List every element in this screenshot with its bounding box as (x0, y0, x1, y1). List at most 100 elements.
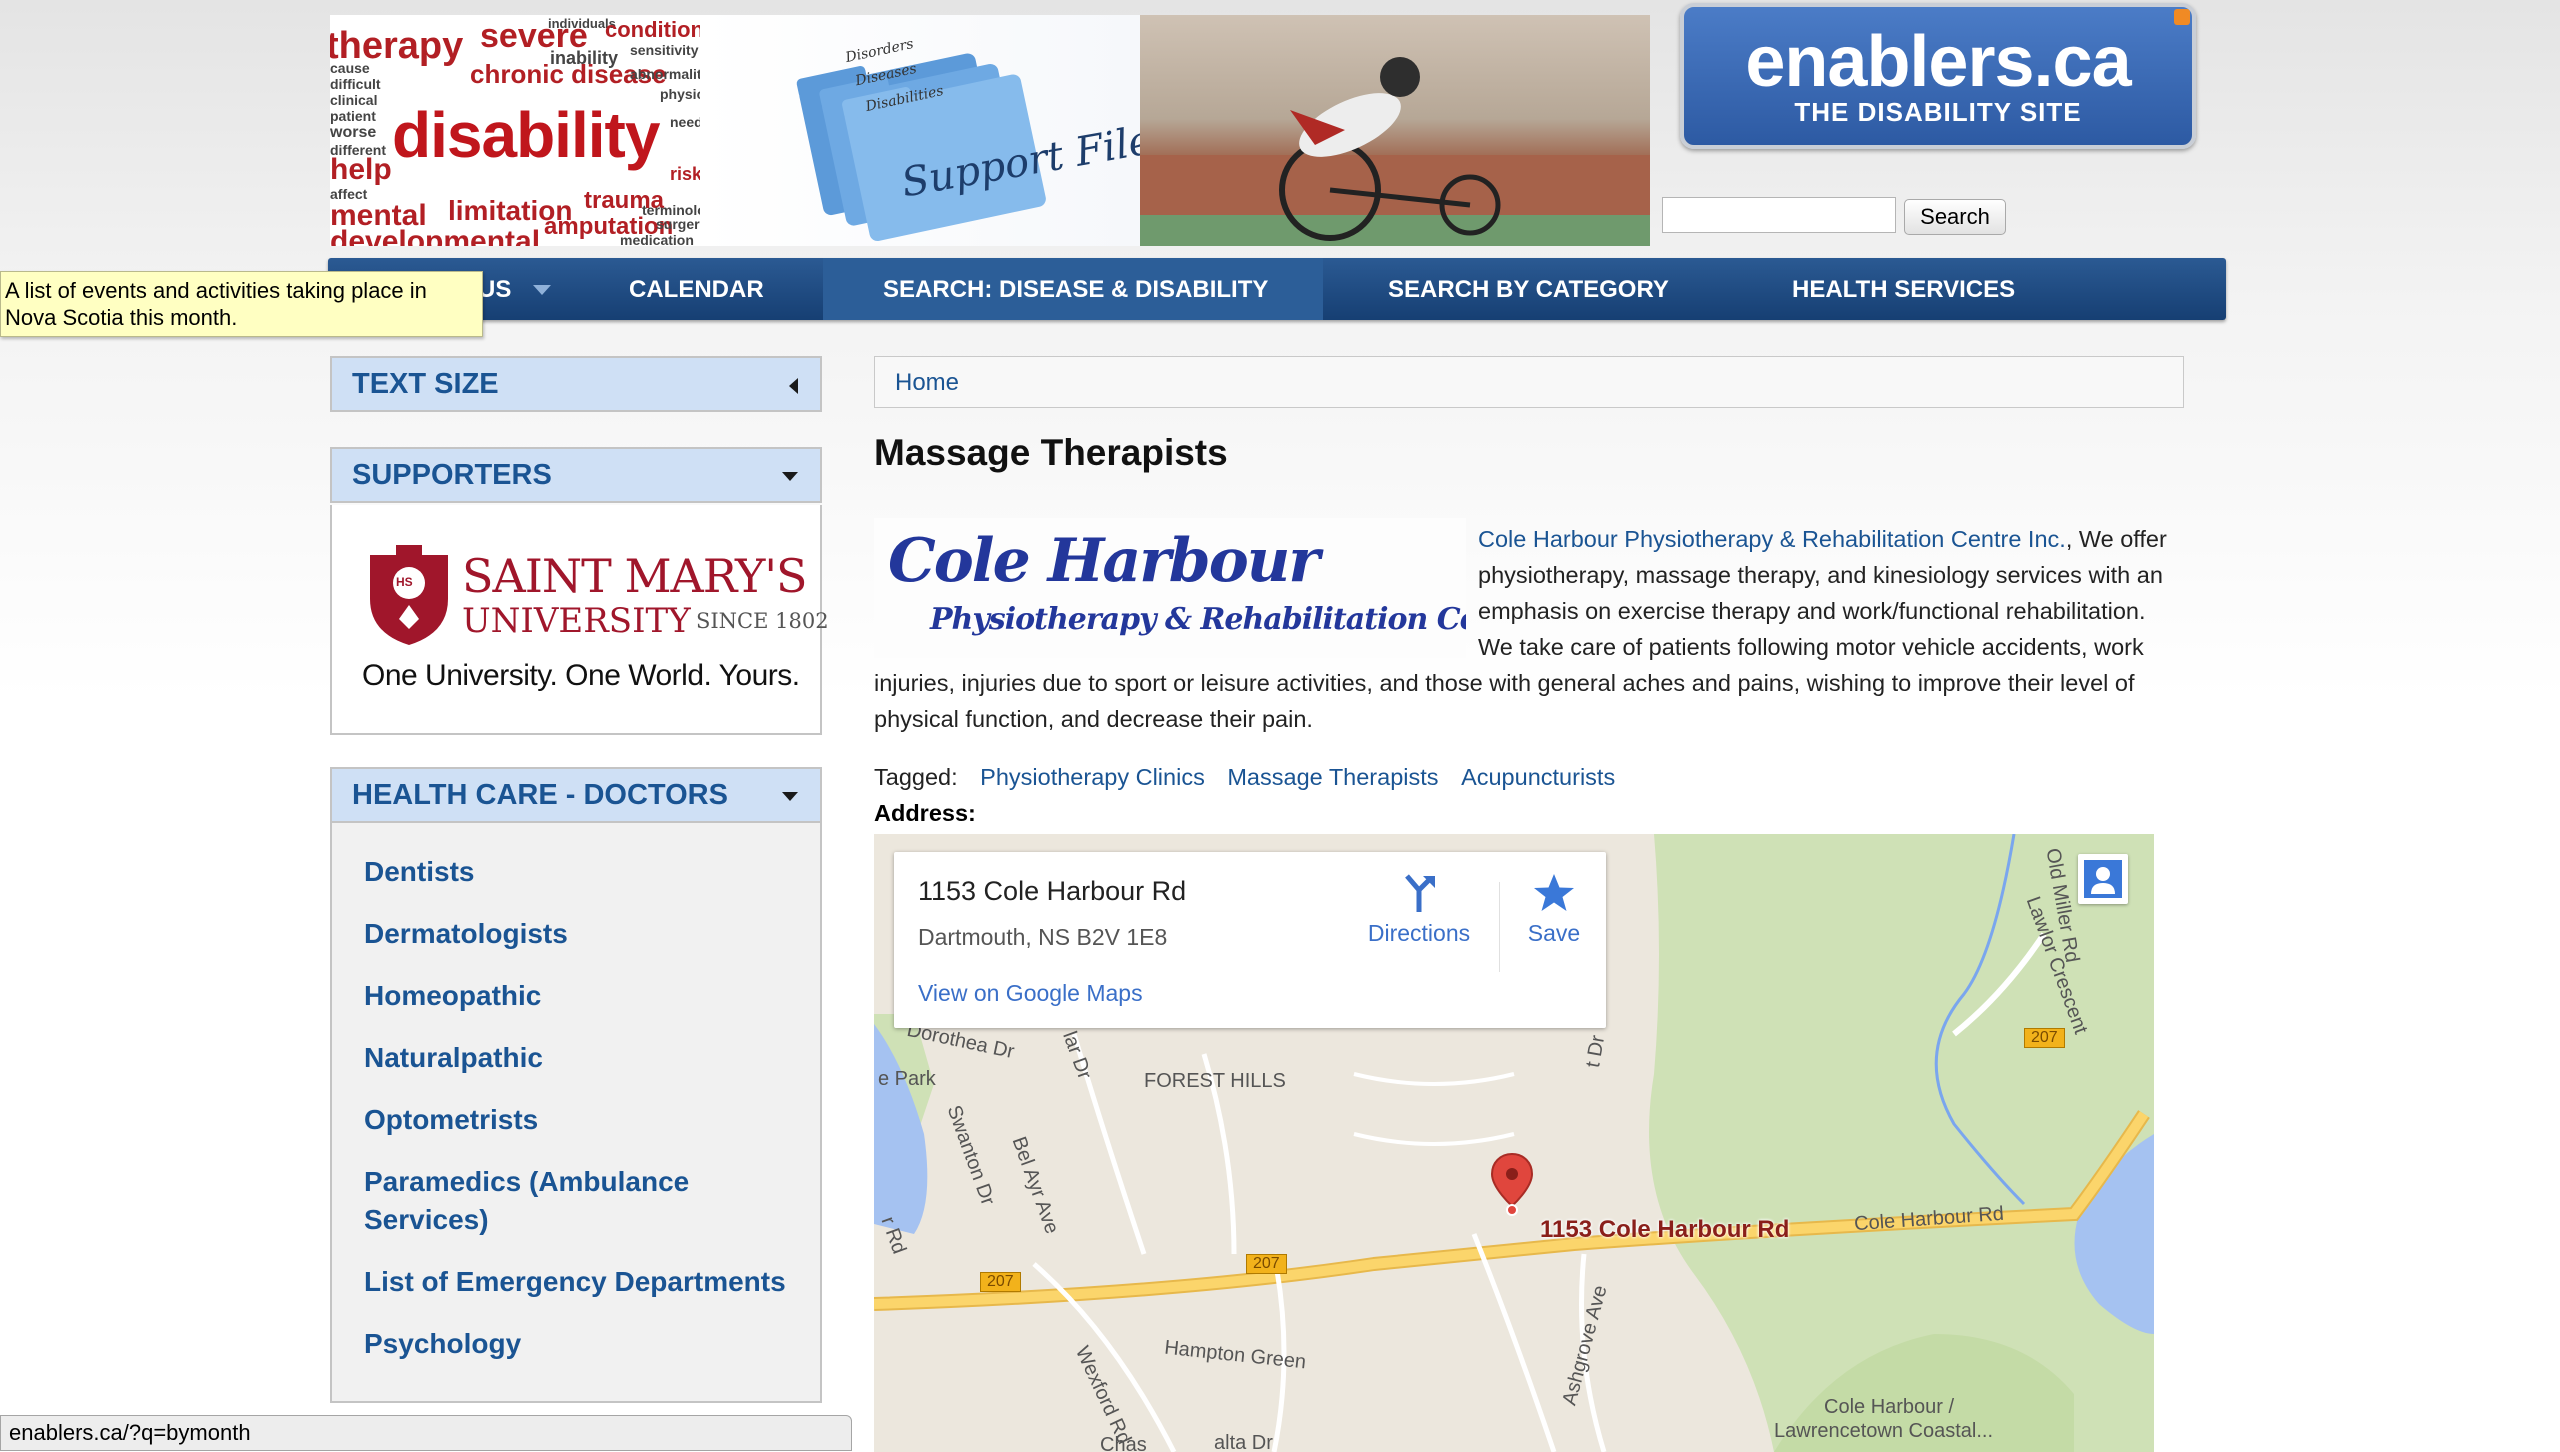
wheelchair-racer-icon (1140, 57, 1650, 246)
sidebar-link-dentists[interactable]: Dentists (364, 853, 804, 891)
block-title: HEALTH CARE - DOCTORS (352, 779, 728, 811)
card-address-line2: Dartmouth, NS B2V 1E8 (918, 924, 1168, 950)
search-input[interactable] (1662, 197, 1896, 233)
tags-row: Tagged: Physiotherapy Clinics Massage Th… (874, 764, 1615, 791)
wordcloud-word: clinical (330, 92, 378, 108)
pegman-icon (2084, 860, 2122, 898)
calendar-tooltip: A list of events and activities taking p… (0, 271, 483, 337)
map-label: Lawrencetown Coastal... (1774, 1420, 1994, 1442)
doctors-block-header[interactable]: HEALTH CARE - DOCTORS (330, 767, 822, 823)
sidebar-link-paramedics[interactable]: Paramedics (Ambulance Services) (364, 1163, 724, 1239)
sidebar-link-psychology[interactable]: Psychology (364, 1325, 804, 1363)
route-shield: 207 (980, 1272, 1021, 1292)
wordcloud-word: difficult (330, 76, 381, 92)
directions-label: Directions (1367, 920, 1471, 946)
nav-item-calendar[interactable]: CALENDAR (629, 276, 764, 304)
street-view-pegman[interactable] (2078, 854, 2128, 904)
wordcloud-word: worse (330, 124, 377, 141)
wordcloud-word: physical (660, 86, 700, 102)
university-name-line2: UNIVERSITY (462, 601, 691, 641)
card-address-line1: 1153 Cole Harbour Rd (918, 876, 1187, 906)
address-label: Address: (874, 800, 976, 826)
main-nav: US CALENDAR SEARCH: DISEASE & DISABILITY… (328, 258, 2226, 320)
tag-link[interactable]: Massage Therapists (1227, 764, 1438, 790)
directions-icon (1405, 874, 1435, 912)
sidebar-link-dermatologists[interactable]: Dermatologists (364, 915, 804, 953)
caret-down-icon (782, 792, 798, 801)
chevron-down-icon (533, 285, 551, 295)
wordcloud-word: patient (330, 108, 376, 124)
save-button[interactable]: Save (1514, 872, 1594, 947)
sidebar-link-optometrists[interactable]: Optometrists (364, 1101, 804, 1139)
listing-description: Cole Harbour Physiotherapy & Rehabilitat… (874, 521, 2174, 737)
forest-hills-label: FOREST HILLS (1144, 1070, 1286, 1092)
directions-button[interactable]: Directions (1354, 872, 1484, 947)
page-title: Massage Therapists (874, 432, 1228, 473)
rss-icon (2174, 9, 2190, 25)
marker-label: 1153 Cole Harbour Rd (1540, 1216, 1790, 1243)
star-icon (1534, 874, 1574, 911)
site-logo[interactable]: enablers.ca THE DISABILITY SITE (1680, 3, 2196, 149)
route-shield: 207 (2024, 1028, 2065, 1048)
wordcloud-word: needs (670, 114, 700, 130)
doctors-block-body: Dentists Dermatologists Homeopathic Natu… (330, 823, 822, 1403)
block-title: TEXT SIZE (352, 368, 499, 400)
university-crest-icon (370, 545, 448, 645)
block-title: SUPPORTERS (352, 459, 552, 491)
supporters-block-body: HS SAINT MARY'S UNIVERSITY SINCE 1802 On… (330, 505, 829, 735)
wordcloud-word: inability (550, 48, 619, 68)
wheelchair-racer-image (1140, 15, 1650, 246)
tagged-label: Tagged: (874, 764, 958, 790)
university-slogan: One University. One World. Yours. (362, 659, 800, 692)
logo-float-spacer (874, 521, 1478, 663)
map-label: e Park (878, 1068, 936, 1090)
map-info-card: 1153 Cole Harbour Rd Dartmouth, NS B2V 1… (894, 852, 1606, 1028)
wordcloud-word: medication (620, 232, 694, 246)
wordcloud-word: surgery (656, 216, 700, 232)
saint-marys-ad[interactable]: HS SAINT MARY'S UNIVERSITY SINCE 1802 On… (362, 541, 829, 721)
text-size-block-header[interactable]: TEXT SIZE (330, 356, 822, 412)
breadcrumb: Home (874, 356, 2184, 408)
nav-item-about-us[interactable]: US (478, 276, 511, 304)
business-name-link[interactable]: Cole Harbour Physiotherapy & Rehabilitat… (1478, 526, 2066, 552)
map-label: Chas (1100, 1434, 1147, 1452)
wordcloud-word: help (330, 153, 392, 186)
nav-item-health-services[interactable]: HEALTH SERVICES (1792, 276, 2015, 304)
map-label: Cole Harbour / (1824, 1396, 1955, 1418)
wordcloud-word: conditions (605, 17, 700, 42)
nav-item-search-disease[interactable]: SEARCH: DISEASE & DISABILITY (883, 276, 1268, 304)
tag-link[interactable]: Acupuncturists (1461, 764, 1615, 790)
tag-link[interactable]: Physiotherapy Clinics (980, 764, 1205, 790)
wordcloud-word: risk (670, 164, 700, 184)
sidebar-link-homeopathic[interactable]: Homeopathic (364, 977, 804, 1015)
wordcloud-word: cause (330, 60, 370, 76)
sidebar-link-emergency-departments[interactable]: List of Emergency Departments (364, 1263, 804, 1301)
disability-wordcloud-image: therapy severe individuals conditions ca… (330, 15, 700, 246)
university-name: SAINT MARY'S (462, 549, 808, 603)
caret-left-icon (789, 378, 798, 394)
wordcloud-word: developmental (330, 225, 541, 247)
caret-down-icon (782, 472, 798, 481)
crest-text: HS (396, 575, 413, 589)
support-files-folders-image: Disorders Diseases Disabilities Support … (700, 15, 1176, 246)
route-shield: 207 (1246, 1254, 1287, 1274)
supporters-block-header[interactable]: SUPPORTERS (330, 447, 822, 503)
wordcloud-word: disability (392, 99, 660, 171)
map-label: alta Dr (1214, 1432, 1273, 1452)
wordcloud-word: sensitivity (630, 42, 699, 58)
breadcrumb-home-link[interactable]: Home (895, 369, 959, 397)
map-marker-icon[interactable] (1490, 1152, 1534, 1216)
wordcloud-word: abnormality (630, 66, 700, 82)
view-on-google-maps-link[interactable]: View on Google Maps (918, 980, 1143, 1007)
save-label: Save (1527, 920, 1581, 946)
since-label: SINCE 1802 (696, 609, 829, 633)
nav-item-search-category[interactable]: SEARCH BY CATEGORY (1388, 276, 1669, 304)
browser-status-bar: enablers.ca/?q=bymonth (0, 1415, 852, 1451)
sidebar-link-naturalpathic[interactable]: Naturalpathic (364, 1039, 804, 1077)
logo-name: enablers.ca (1745, 22, 2131, 102)
card-divider (1499, 882, 1500, 972)
google-map[interactable]: e Park Dorothea Dr Swanton Dr Bel Ayr Av… (874, 834, 2154, 1452)
header-banner: therapy severe individuals conditions ca… (330, 15, 1650, 246)
logo-tagline: THE DISABILITY SITE (1794, 97, 2082, 127)
search-button[interactable]: Search (1904, 199, 2006, 235)
